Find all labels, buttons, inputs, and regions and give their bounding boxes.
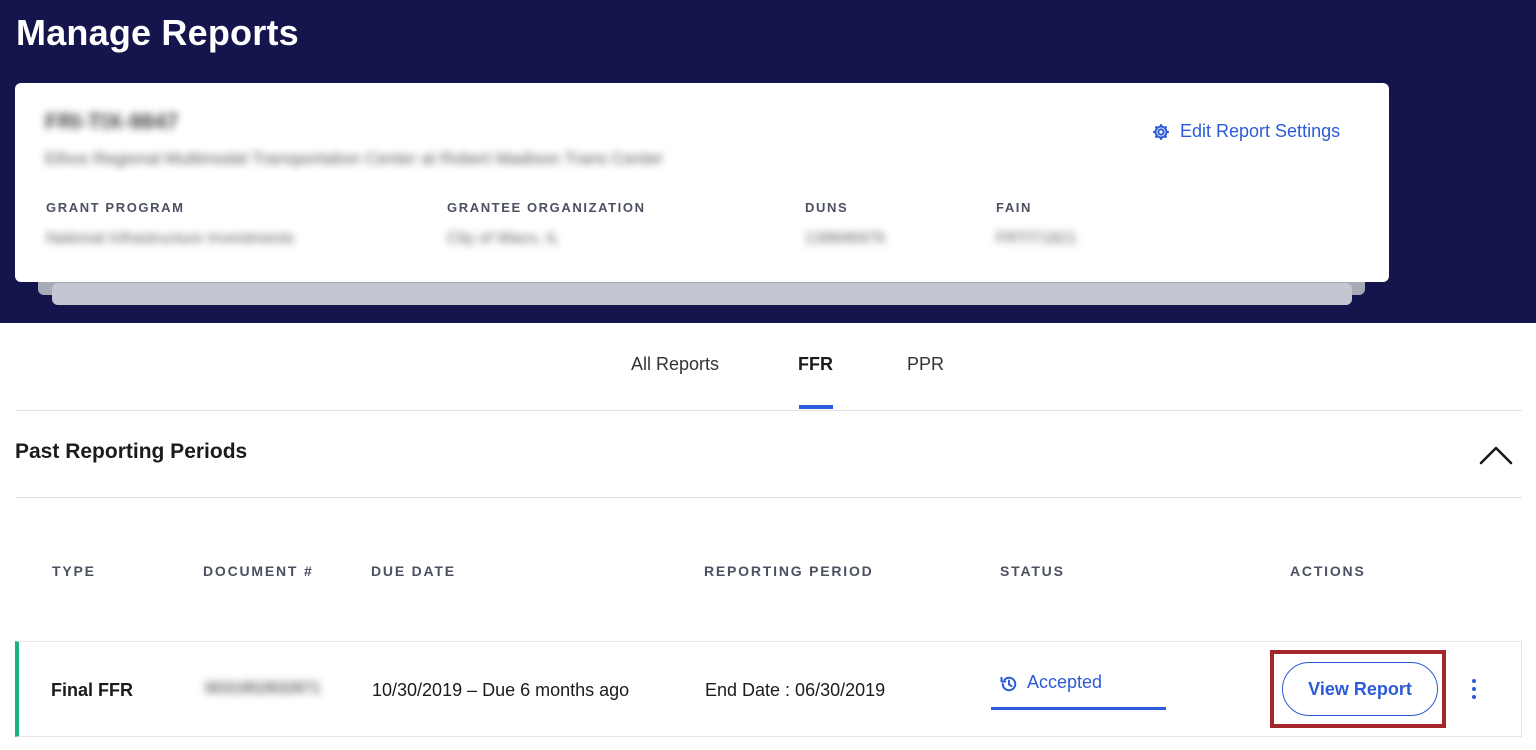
table-row: Final FFR 0031952832871 10/30/2019 – Due… [15,641,1522,737]
field-value-grant-program: National Infrastructure Investments [46,230,295,247]
cell-due-date: 10/30/2019 – Due 6 months ago [372,680,630,700]
field-label-grant-program: GRANT PROGRAM [46,200,185,215]
kebab-menu-icon [1472,687,1476,691]
tab-ppr[interactable]: PPR [907,354,944,375]
field-value-grantee-organization: City of Waco, IL [447,230,560,247]
kebab-menu-icon [1472,679,1476,683]
edit-report-settings-link[interactable]: Edit Report Settings [1151,121,1340,142]
grant-id-redacted: FRI-TIX-9847 [45,109,179,134]
status-accepted[interactable]: Accepted [991,672,1166,710]
grant-info-card: FRI-TIX-9847 Ethos Regional Multimodal T… [15,83,1389,282]
header-banner: Manage Reports FRI-TIX-9847 Ethos Region… [0,0,1536,323]
column-header-reporting-period: REPORTING PERIOD [704,563,874,579]
tab-all-reports[interactable]: All Reports [631,354,719,375]
field-value-duns: 139846976 [805,230,886,247]
row-actions-menu[interactable] [1464,672,1484,706]
view-report-button[interactable]: View Report [1282,662,1438,716]
gear-icon [1153,123,1169,140]
field-value-fain: FRTIT1821 [996,230,1077,247]
field-label-grantee-organization: GRANTEE ORGANIZATION [447,200,646,215]
history-icon [1000,676,1017,692]
column-header-due-date: DUE DATE [371,563,456,579]
column-header-document: DOCUMENT # [203,563,314,579]
field-label-fain: FAIN [996,200,1033,215]
section-title: Past Reporting Periods [15,440,248,463]
cell-reporting-period: End Date : 06/30/2019 [705,680,886,700]
past-reporting-periods-header[interactable]: Past Reporting Periods [15,412,1522,498]
tab-ffr[interactable]: FFR [798,354,833,375]
column-header-actions: ACTIONS [1290,563,1366,579]
page-title: Manage Reports [16,12,299,53]
cell-type: Final FFR [51,680,133,700]
field-label-duns: DUNS [805,200,849,215]
card-stack-shadow [52,283,1352,305]
active-tab-indicator [799,405,833,409]
edit-report-settings-label: Edit Report Settings [1180,121,1341,141]
collapse-button[interactable] [1471,430,1521,480]
report-tabs: All Reports FFR PPR [15,340,1522,411]
status-label: Accepted [1027,672,1103,692]
cell-document-redacted: 0031952832871 [205,680,321,697]
column-header-type: TYPE [52,563,96,579]
project-name-redacted: Ethos Regional Multimodal Transportation… [45,149,663,168]
kebab-menu-icon [1472,695,1476,699]
chevron-up-icon [1479,446,1513,465]
column-header-status: STATUS [1000,563,1065,579]
